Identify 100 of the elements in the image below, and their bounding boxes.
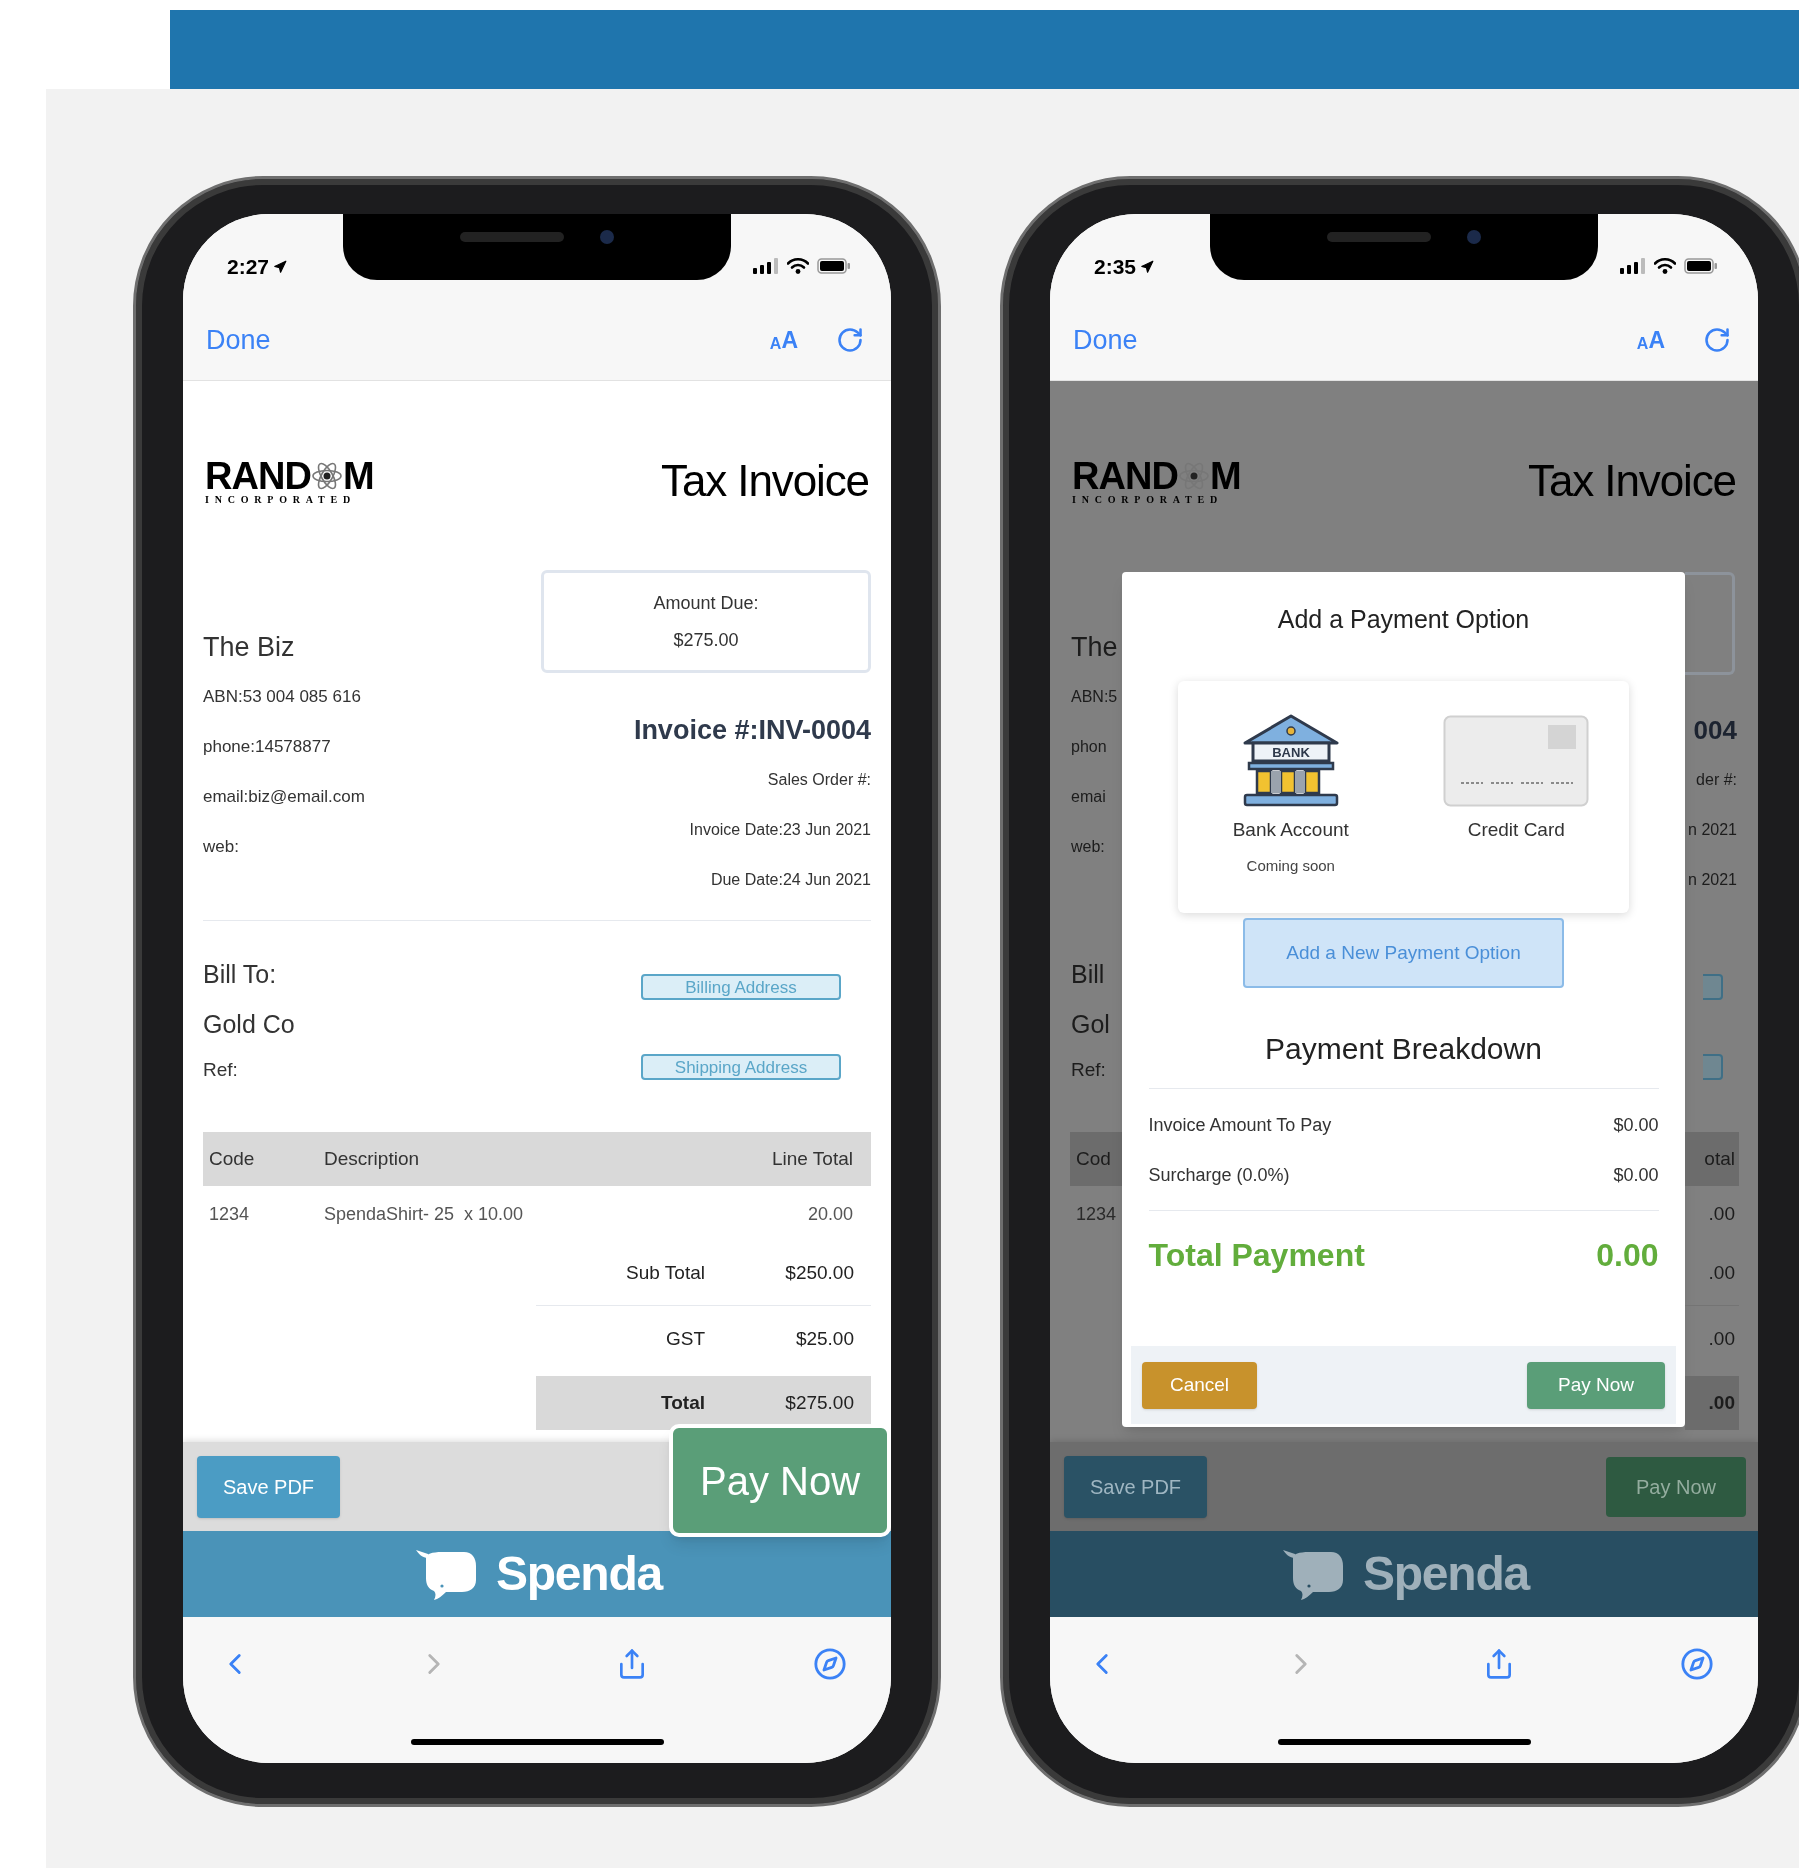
amount-value: .00 (1708, 1390, 1735, 1415)
address-button-edge (1703, 1054, 1723, 1080)
option-label: Bank Account (1232, 818, 1349, 842)
column-header: Code (209, 1146, 256, 1171)
option-note: Coming soon (1246, 855, 1335, 876)
logo-tagline: INCORPORATED (1072, 495, 1225, 505)
address-button-edge (1703, 974, 1723, 1000)
customer-name: Gold Co (203, 1009, 295, 1041)
invoice-meta: n 2021 (1688, 820, 1737, 840)
total-value: $250.00 (784, 1261, 854, 1286)
business-detail: phon (1071, 737, 1108, 757)
column-header: Line Total (772, 1146, 853, 1171)
amount-value: .00 (1708, 1201, 1735, 1226)
business-detail: ABN:53 004 085 616 (203, 686, 362, 709)
wifi-icon (787, 258, 809, 274)
logo-wordmark: RAND (205, 457, 311, 495)
signal-icon (1620, 258, 1646, 274)
bill-to-text: Ref: (1071, 1057, 1107, 1082)
invoice-meta: Invoice Date:23 Jun 2021 (689, 820, 871, 840)
invoice-number: Invoice #:INV-0004 (633, 713, 871, 747)
business-detail: web: (1071, 837, 1106, 857)
table-cell-text: 1234 (209, 1202, 251, 1226)
brand-name: Spenda (495, 1550, 663, 1598)
amount-value: .00 (1708, 1326, 1735, 1351)
pay-now-button[interactable]: Pay Now (1606, 1456, 1746, 1517)
table-cell-text: 1234 (1076, 1202, 1118, 1226)
total-label: GST (664, 1326, 705, 1351)
bill-to-text: Bill (1071, 959, 1106, 991)
breakdown-label: Invoice Amount To Pay (1148, 1113, 1332, 1137)
reload-icon[interactable] (836, 326, 864, 354)
compass-icon[interactable] (1680, 1647, 1714, 1681)
business-detail: phone:14578877 (203, 736, 332, 759)
pay-now-button[interactable]: Pay Now (1527, 1361, 1665, 1409)
column-header: Description (324, 1146, 421, 1171)
save-pdf-button[interactable]: Save PDF (1064, 1455, 1207, 1518)
table-cell-text: SpendaShirt- 25 x 10.00 (324, 1202, 525, 1226)
invoice-meta: n 2021 (1688, 870, 1737, 890)
logo-wordmark: M (343, 457, 375, 495)
amount-due-value: $275.00 (673, 628, 739, 652)
pay-now-button[interactable]: Pay Now (669, 1424, 891, 1537)
reference-label: Ref: (203, 1057, 239, 1082)
breakdown-label: Surcharge (0.0%) (1148, 1163, 1290, 1187)
logo-wordmark: RAND (1072, 457, 1178, 495)
payment-option[interactable]: BANK Bank Account Coming soon (1178, 681, 1404, 913)
table-cell-text: 20.00 (807, 1202, 853, 1226)
invoice-title: Tax Invoice (1528, 455, 1736, 507)
credit-card-icon (1443, 715, 1590, 807)
status-time: 2:27 (227, 254, 270, 280)
wifi-icon (1654, 258, 1676, 274)
done-button[interactable]: Done (1073, 319, 1138, 361)
signal-icon (753, 258, 779, 274)
total-payment-value: 0.00 (1596, 1236, 1659, 1275)
invoice-meta: Due Date:24 Jun 2021 (710, 870, 871, 890)
option-label: Credit Card (1467, 818, 1565, 842)
status-time: 2:35 (1094, 254, 1137, 280)
breakdown-title: Payment Breakdown (1265, 1030, 1542, 1067)
total-value: $275.00 (784, 1390, 854, 1415)
text-size-button[interactable]: AA (1636, 328, 1665, 352)
compass-icon[interactable] (813, 1647, 847, 1681)
location-arrow-icon (273, 260, 288, 274)
dialog-title: Add a Payment Option (1277, 604, 1530, 636)
invoice-number: 004 (1693, 713, 1737, 747)
invoice-title: Tax Invoice (661, 455, 869, 507)
done-button[interactable]: Done (206, 319, 271, 361)
address-button[interactable]: Billing Address (641, 974, 841, 1000)
invoice-meta: der #: (1696, 770, 1737, 790)
total-label: Total (660, 1390, 705, 1415)
amount-value: .00 (1708, 1261, 1735, 1286)
reload-icon[interactable] (1703, 326, 1731, 354)
battery-icon (817, 258, 851, 274)
breakdown-value: $0.00 (1613, 1113, 1659, 1137)
brand-name: Spenda (1362, 1550, 1530, 1598)
business-detail: ABN:5 (1071, 687, 1119, 707)
logo-tagline: INCORPORATED (205, 495, 358, 505)
add-payment-option-button[interactable]: Add a New Payment Option (1243, 918, 1564, 988)
atom-icon (311, 460, 343, 492)
cancel-button[interactable]: Cancel (1142, 1361, 1257, 1409)
text-size-button[interactable]: AA (769, 328, 798, 352)
battery-icon (1684, 258, 1718, 274)
bill-to-text: Gol (1071, 1009, 1111, 1041)
logo-wordmark: M (1210, 457, 1242, 495)
column-header: otal (1704, 1146, 1735, 1171)
business-detail: web: (203, 836, 240, 859)
total-label: Sub Total (625, 1261, 705, 1286)
total-value: $25.00 (794, 1326, 854, 1351)
business-detail: emai (1071, 787, 1107, 807)
total-payment-label: Total Payment (1148, 1236, 1365, 1275)
address-button[interactable]: Shipping Address (641, 1054, 841, 1080)
business-detail: email:biz@email.com (203, 786, 365, 809)
business-detail: The (1071, 630, 1119, 664)
bill-to-label: Bill To: (203, 959, 278, 991)
invoice-meta: Sales Order #: (767, 770, 871, 790)
save-pdf-button[interactable]: Save PDF (197, 1455, 340, 1518)
payment-option[interactable]: Credit Card (1403, 681, 1629, 913)
column-header: Cod (1076, 1146, 1111, 1171)
business-name: The Biz (203, 630, 296, 664)
location-arrow-icon (1140, 260, 1155, 274)
amount-due-label: Amount Due: (653, 591, 759, 615)
atom-icon (1178, 460, 1210, 492)
breakdown-value: $0.00 (1613, 1163, 1659, 1187)
